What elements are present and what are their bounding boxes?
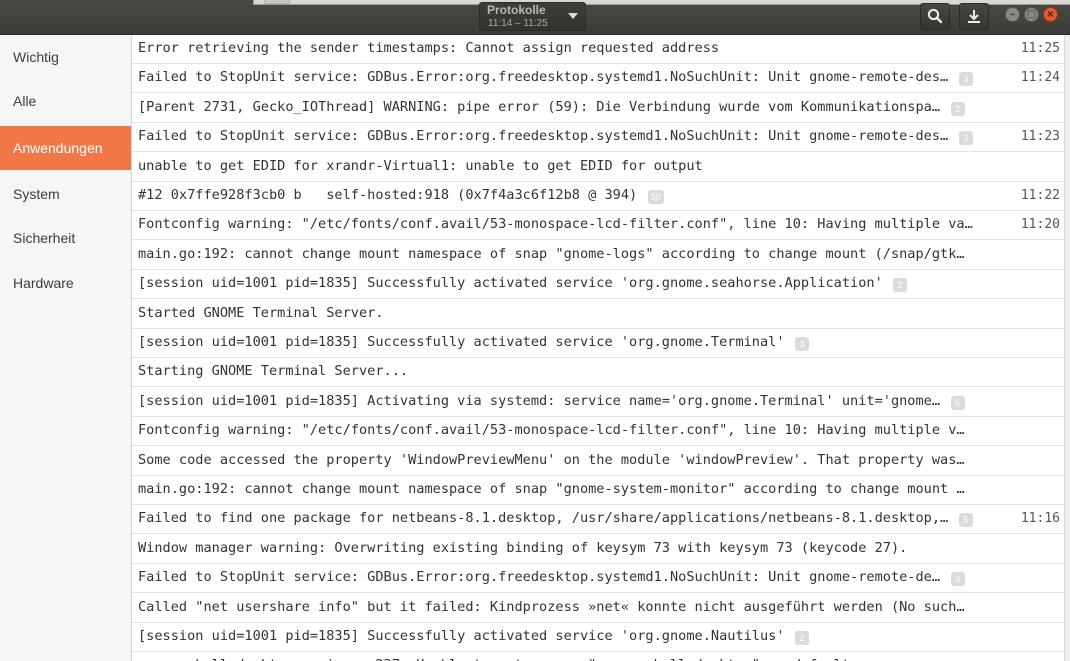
log-timestamp: 11:16 [1020, 511, 1060, 527]
repeat-count-badge: 5 [950, 395, 965, 410]
maximize-icon: □ [1026, 9, 1037, 20]
sidebar-item-system[interactable]: System [0, 172, 131, 216]
log-row[interactable]: Window manager warning: Overwriting exis… [132, 535, 1064, 564]
search-button[interactable] [920, 3, 950, 30]
log-row[interactable]: Failed to StopUnit service: GDBus.Error:… [132, 64, 1064, 94]
log-row[interactable]: Failed to StopUnit service: GDBus.Error:… [132, 564, 1064, 594]
sidebar-item-anwendungen[interactable]: Anwendungen [0, 126, 131, 170]
log-message: Failed to find one package for netbeans-… [138, 510, 949, 527]
log-message: main.go:192: cannot change mount namespa… [138, 481, 965, 497]
repeat-count-badge: 30 [647, 190, 664, 204]
log-timestamp: 11:25 [1020, 41, 1060, 56]
log-row[interactable]: Started GNOME Terminal Server. [132, 300, 1064, 329]
log-row[interactable]: Some code accessed the property 'WindowP… [132, 447, 1064, 476]
sidebar-item-hardware[interactable]: Hardware [0, 261, 131, 305]
log-row[interactable]: Starting GNOME Terminal Server... [132, 358, 1064, 388]
repeat-count-badge: 6 [958, 513, 973, 528]
log-message: Some code accessed the property 'WindowP… [138, 451, 965, 468]
log-message: Called "net usershare info" but it faile… [138, 598, 965, 615]
header-bar: Protokolle 11:14 – 11:25 – □ × [0, 0, 1070, 35]
log-message: Failed to StopUnit service: GDBus.Error:… [138, 569, 941, 586]
time-range-label: 11:14 – 11:25 [488, 18, 548, 29]
log-row[interactable]: Fontconfig warning: "/etc/fonts/conf.ava… [132, 211, 1064, 241]
log-row[interactable]: Fontconfig warning: "/etc/fonts/conf.ava… [132, 417, 1064, 447]
close-icon: × [1046, 9, 1055, 20]
download-icon [968, 10, 980, 23]
log-row[interactable]: Error retrieving the sender timestamps: … [132, 35, 1064, 64]
log-row[interactable]: [session uid=1001 pid=1835] Successfully… [132, 329, 1064, 358]
log-message: unable to get EDID for xrandr-Virtual1: … [138, 157, 703, 174]
log-row[interactable]: unable to get EDID for xrandr-Virtual1: … [132, 153, 1064, 182]
log-message: [session uid=1001 pid=1835] Successfully… [138, 275, 883, 292]
log-row[interactable]: [Parent 2731, Gecko_IOThread] WARNING: p… [132, 94, 1064, 123]
repeat-count-badge: 3 [958, 72, 973, 87]
repeat-count-badge: 2 [795, 631, 809, 645]
minimize-icon: – [1010, 9, 1015, 20]
repeat-count-badge: 3 [958, 131, 973, 146]
log-row[interactable]: [session uid=1001 pid=1835] Successfully… [132, 270, 1064, 300]
log-timestamp: 11:23 [1020, 129, 1060, 145]
maximize-button[interactable]: □ [1024, 7, 1039, 22]
log-row[interactable]: Failed to find one package for netbeans-… [132, 505, 1064, 535]
log-message: [session uid=1001 pid=1835] Successfully… [138, 628, 785, 644]
close-button[interactable]: × [1043, 7, 1058, 22]
log-row[interactable]: main.go:192: cannot change mount namespa… [132, 241, 1064, 270]
minimize-button[interactable]: – [1005, 7, 1020, 22]
log-list[interactable]: Error retrieving the sender timestamps: … [132, 35, 1064, 661]
log-message: Started GNOME Terminal Server. [138, 304, 384, 321]
log-message: Starting GNOME Terminal Server... [138, 363, 409, 380]
log-message: Window manager warning: Overwriting exis… [138, 539, 908, 556]
log-timestamp: 11:24 [1020, 70, 1060, 86]
repeat-count-badge: 3 [795, 337, 809, 351]
log-row[interactable]: Failed to StopUnit service: GDBus.Error:… [132, 123, 1064, 153]
log-message: [Parent 2731, Gecko_IOThread] WARNING: p… [138, 98, 941, 115]
log-message: Error retrieving the sender timestamps: … [138, 40, 720, 56]
log-row[interactable]: gnome-shell.desktop: main.go:237: Unable… [132, 652, 1064, 661]
log-timestamp: 11:22 [1020, 188, 1060, 203]
log-row[interactable]: [session uid=1001 pid=1835] Successfully… [132, 623, 1064, 652]
repeat-count-badge: 2 [950, 101, 965, 116]
log-row[interactable]: #12 0x7ffe928f3cb0 b self-hosted:918 (0x… [132, 182, 1064, 211]
scrollbar[interactable] [1064, 35, 1070, 661]
log-message: gnome-shell.desktop: main.go:237: Unable… [138, 657, 850, 661]
log-message: [session uid=1001 pid=1835] Activating v… [138, 392, 941, 409]
log-message: Failed to StopUnit service: GDBus.Error:… [138, 69, 949, 86]
sidebar-item-wichtig[interactable]: Wichtig [0, 35, 131, 79]
log-message: #12 0x7ffe928f3cb0 b self-hosted:918 (0x… [138, 187, 638, 203]
category-sidebar: Wichtig Alle Anwendungen System Sicherhe… [0, 35, 132, 661]
log-timestamp: 11:20 [1020, 217, 1060, 233]
sidebar-item-alle[interactable]: Alle [0, 79, 131, 123]
log-message: main.go:192: cannot change mount namespa… [138, 245, 965, 262]
log-message: [session uid=1001 pid=1835] Successfully… [138, 334, 785, 350]
log-message: Failed to StopUnit service: GDBus.Error:… [138, 128, 949, 145]
log-row[interactable]: Called "net usershare info" but it faile… [132, 594, 1064, 623]
repeat-count-badge: 3 [950, 572, 965, 587]
log-message: Fontconfig warning: "/etc/fonts/conf.ava… [138, 216, 973, 233]
search-icon [927, 8, 943, 24]
background-tab [264, 0, 290, 4]
time-range-selector[interactable]: Protokolle 11:14 – 11:25 [479, 2, 586, 31]
log-row[interactable]: main.go:192: cannot change mount namespa… [132, 476, 1064, 505]
repeat-count-badge: 2 [893, 278, 908, 293]
log-row[interactable]: [session uid=1001 pid=1835] Activating v… [132, 388, 1064, 417]
chevron-down-icon [568, 13, 578, 19]
window-title: Protokolle [487, 3, 546, 17]
export-button[interactable] [959, 3, 989, 30]
log-message: Fontconfig warning: "/etc/fonts/conf.ava… [138, 422, 965, 439]
sidebar-item-sicherheit[interactable]: Sicherheit [0, 216, 131, 260]
